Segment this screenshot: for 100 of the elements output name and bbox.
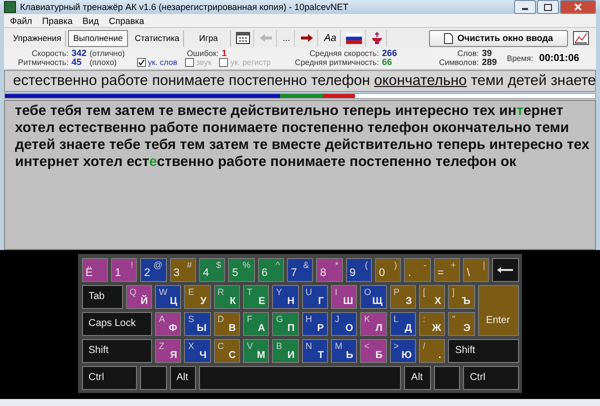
font-button[interactable]: Aa — [320, 30, 342, 46]
keyboard-key[interactable]: Z Я — [154, 338, 182, 362]
keyboard-key[interactable]: - . — [404, 258, 430, 282]
more-button[interactable]: ... — [278, 30, 296, 46]
keyboard-key[interactable]: ^ 6 — [258, 258, 284, 282]
keyboard-key[interactable]: G П — [272, 312, 298, 336]
keyboard-key[interactable]: T Е — [242, 284, 270, 308]
stat-value: 66 — [382, 58, 393, 67]
keyboard-key[interactable]: K Л — [360, 312, 386, 336]
keyboard-key[interactable]: S Ы — [184, 312, 210, 336]
keyboard-key[interactable]: B И — [272, 338, 298, 362]
stat-value: 289 — [482, 58, 497, 67]
blank-key[interactable] — [140, 366, 166, 390]
keyboard-key[interactable]: " Э — [448, 312, 474, 336]
toolbar-tab[interactable]: Выполнение — [68, 30, 128, 46]
input-field[interactable]: естественно работе понимаете постепенно телефон окончательно теми детей знаете — [4, 70, 596, 92]
menu-item[interactable]: Правка — [42, 16, 73, 26]
stat-label: Символов: — [438, 58, 479, 67]
keyboard-key[interactable]: * 8 — [316, 258, 342, 282]
modifier-key[interactable]: Alt — [404, 366, 430, 390]
modifier-key[interactable]: Tab — [82, 284, 122, 308]
keyboard-key[interactable]: O Щ — [360, 284, 386, 308]
stat-value: 1 — [222, 49, 227, 58]
keyboard-key[interactable]: N Т — [302, 338, 328, 362]
menu-item[interactable]: Справка — [108, 16, 144, 26]
stat-note: (отлично) — [90, 49, 125, 58]
exercise-text: тебе тебя тем затем те вместе действительно теперь интересно тех интернет хотел естественно работе понимаете постепенно телефон окончательно теми детей знаете тебе тебя тем затем те вместе действительно теперь интересно тех интернет хотел естественно работе понимаете постепенно телефон ок — [15, 103, 590, 171]
stat-label: Средняя ритмичность: — [294, 58, 379, 67]
flag-icon[interactable] — [343, 30, 366, 46]
stat-value: 39 — [482, 49, 493, 58]
app-icon — [4, 1, 16, 13]
stat-label: Скорость: — [30, 49, 69, 58]
modifier-key[interactable]: Ctrl — [462, 366, 518, 390]
keyboard-key[interactable]: W Ц — [154, 284, 182, 308]
stat-value: 266 — [382, 49, 397, 58]
keyboard-key[interactable]: : Ж — [418, 312, 446, 336]
backspace-key[interactable] — [492, 258, 518, 282]
keyboard-key[interactable]: D В — [214, 312, 240, 336]
modifier-key[interactable]: Caps Lock — [82, 312, 152, 336]
maximize-button[interactable] — [537, 0, 559, 14]
blank-key[interactable] — [434, 366, 460, 390]
close-button[interactable] — [560, 0, 596, 14]
keyboard-key[interactable]: E У — [184, 284, 210, 308]
keyboard-key[interactable]: Ё — [82, 258, 108, 282]
keyboard-key[interactable]: R К — [214, 284, 240, 308]
stat-label: Ритмичность: — [18, 58, 69, 67]
keyboard-key[interactable]: # 3 — [170, 258, 196, 282]
keyboard-key[interactable]: & 7 — [286, 258, 314, 282]
keyboard-key[interactable]: $ 4 — [198, 258, 226, 282]
modifier-key[interactable]: Alt — [170, 366, 196, 390]
keyboard-key[interactable]: [ Х — [418, 284, 446, 308]
keyboard-key[interactable]: A Ф — [154, 312, 182, 336]
keyboard-key[interactable]: ] Ъ — [448, 284, 474, 308]
keyboard-key[interactable]: % 5 — [228, 258, 254, 282]
keyboard-key[interactable]: U Г — [302, 284, 328, 308]
keyboard-key[interactable]: M Ь — [330, 338, 358, 362]
chart-icon[interactable] — [570, 30, 592, 46]
stat-value: 45 — [72, 58, 83, 67]
keyboard-key[interactable]: X Ч — [184, 338, 210, 362]
keyboard-key[interactable]: > Ю — [390, 338, 416, 362]
keyboard-key[interactable]: Y Н — [272, 284, 298, 308]
modifier-key[interactable]: Ctrl — [82, 366, 138, 390]
keyboard-key[interactable]: ! 1 — [110, 258, 138, 282]
stat-value: 342 — [72, 49, 87, 58]
stat-label: Слов: — [456, 49, 479, 58]
modifier-key[interactable]: Shift — [448, 338, 518, 362]
menu-item[interactable]: Вид — [82, 16, 99, 26]
window-title: Клавиатурный тренажёр АК v1.6 (незарегистрированная копия) - 10palcevNET — [20, 2, 348, 12]
stat-label: Ошибок: — [186, 49, 219, 58]
keyboard-key[interactable]: H Р — [302, 312, 328, 336]
keyboard-key[interactable]: @ 2 — [140, 258, 166, 282]
maximize-icon — [544, 4, 552, 10]
keyboard-key[interactable]: | \ — [462, 258, 490, 282]
keyboard-key[interactable]: J О — [330, 312, 358, 336]
checkbox[interactable]: ук. слов — [136, 58, 178, 67]
stat-note: (плохо) — [90, 58, 118, 67]
keyboard-key[interactable]: L Д — [390, 312, 416, 336]
keyboard-key[interactable]: P З — [390, 284, 416, 308]
keyboard-key[interactable]: C С — [214, 338, 240, 362]
menu-item[interactable]: Файл — [10, 16, 32, 26]
keyboard-key[interactable]: ) 0 — [374, 258, 402, 282]
left-arrow-icon — [497, 266, 514, 272]
keyboard-key[interactable]: I Ш — [330, 284, 358, 308]
timer-value: 00:01:06 — [539, 53, 580, 64]
modifier-key[interactable]: Enter — [478, 284, 518, 336]
close-icon — [574, 3, 582, 11]
keyboard-key[interactable]: < Б — [360, 338, 386, 362]
document-icon — [444, 32, 454, 44]
minimize-button[interactable] — [514, 0, 536, 14]
keyboard-key[interactable]: Q Й — [126, 284, 152, 308]
clear-input-button[interactable]: Очистить окно ввода — [429, 30, 568, 46]
stat-label: Средняя скорость: — [308, 49, 379, 58]
keyboard-key[interactable]: F А — [242, 312, 270, 336]
space-key[interactable] — [198, 366, 402, 390]
keyboard-key[interactable]: ( 9 — [346, 258, 372, 282]
keyboard-key[interactable]: + = — [434, 258, 460, 282]
modifier-key[interactable]: Shift — [82, 338, 152, 362]
keyboard-key[interactable]: V М — [242, 338, 270, 362]
stat-label: Время: — [506, 54, 534, 63]
keyboard-key[interactable]: / . — [418, 338, 446, 362]
